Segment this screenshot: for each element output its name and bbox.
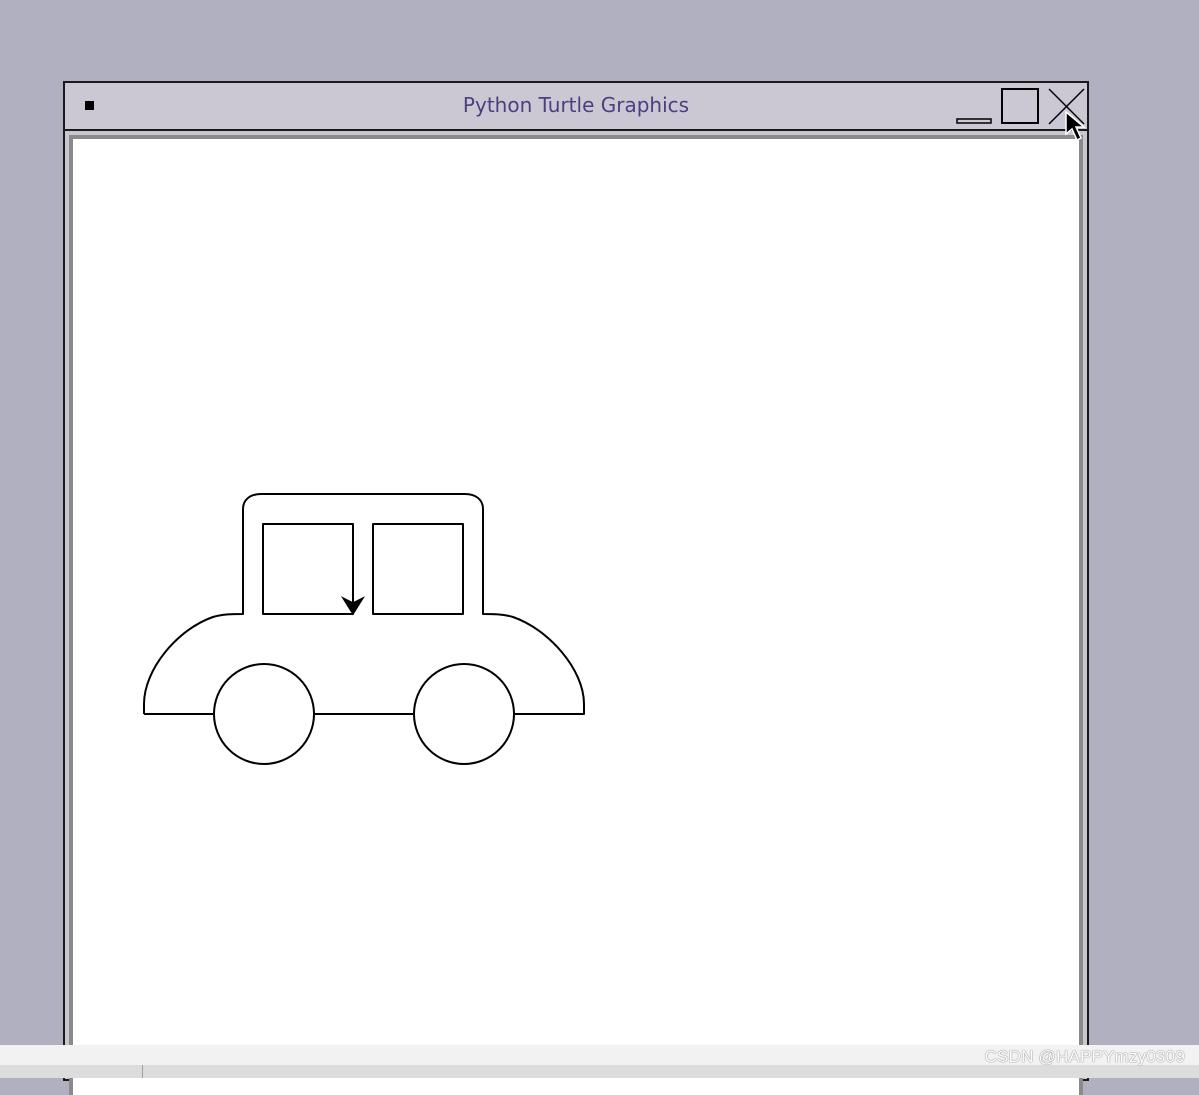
mouse-pointer-icon bbox=[1065, 110, 1087, 142]
taskbar-divider bbox=[142, 1065, 143, 1078]
watermark-text: CSDN @HAPPYmzy0309 bbox=[984, 1047, 1185, 1066]
car-wheel-right bbox=[413, 663, 515, 765]
car-window-right bbox=[372, 523, 464, 615]
car-window-left bbox=[262, 523, 354, 615]
window-title: Python Turtle Graphics bbox=[462, 93, 690, 117]
minimize-icon bbox=[956, 118, 992, 124]
car-body bbox=[143, 493, 585, 715]
maximize-button[interactable] bbox=[1000, 87, 1040, 125]
turtle-canvas[interactable] bbox=[69, 135, 1083, 1095]
car-drawing bbox=[143, 493, 585, 765]
maximize-icon bbox=[1001, 88, 1039, 124]
turtle-window: Python Turtle Graphics bbox=[63, 81, 1089, 1095]
desktop: Python Turtle Graphics CSDN @HAPPYmzy030… bbox=[0, 0, 1199, 1095]
car-wheel-left bbox=[213, 663, 315, 765]
title-bar[interactable]: Python Turtle Graphics bbox=[65, 83, 1087, 131]
minimize-button[interactable] bbox=[953, 87, 993, 125]
